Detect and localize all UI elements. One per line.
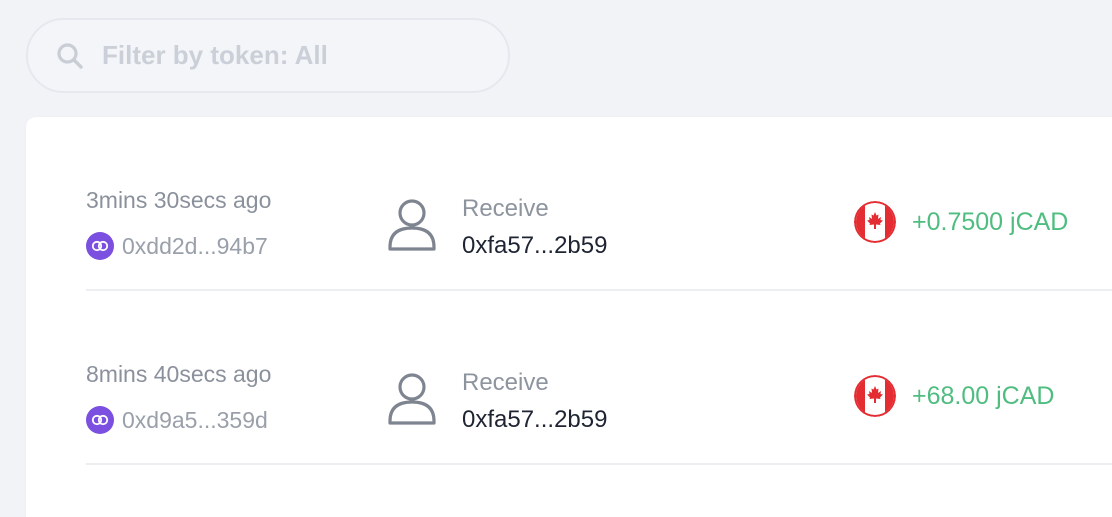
filter-input[interactable] [102, 40, 462, 71]
transaction-row[interactable]: 8mins 40secs ago 0xd9a5...359d Receive 0… [86, 291, 1112, 465]
transaction-amount: +68.00 jCAD [912, 382, 1055, 410]
transaction-time: 8mins 40secs ago [86, 361, 272, 387]
transaction-time: 3mins 30secs ago [86, 187, 272, 213]
transaction-hash[interactable]: 0xd9a5...359d [86, 406, 268, 434]
canada-flag-icon [854, 201, 896, 243]
transaction-action: Receive [462, 369, 549, 396]
user-icon [388, 199, 436, 251]
counterparty-address[interactable]: 0xfa57...2b59 [462, 406, 607, 434]
transactions-card: 3mins 30secs ago 0xdd2d...94b7 Receive 0… [26, 117, 1112, 517]
polygon-icon [86, 406, 114, 434]
canada-flag-icon [854, 375, 896, 417]
counterparty-address[interactable]: 0xfa57...2b59 [462, 232, 607, 260]
transaction-hash[interactable]: 0xdd2d...94b7 [86, 232, 268, 260]
transaction-row[interactable]: 3mins 30secs ago 0xdd2d...94b7 Receive 0… [86, 117, 1112, 291]
transaction-amount: +0.7500 jCAD [912, 208, 1069, 236]
transaction-hash-text: 0xd9a5...359d [122, 406, 268, 433]
user-icon [388, 373, 436, 425]
polygon-icon [86, 232, 114, 260]
search-icon [57, 42, 83, 69]
transaction-action: Receive [462, 195, 549, 222]
transaction-hash-text: 0xdd2d...94b7 [122, 232, 268, 259]
token-filter[interactable] [26, 18, 510, 93]
row-divider [86, 463, 1112, 465]
